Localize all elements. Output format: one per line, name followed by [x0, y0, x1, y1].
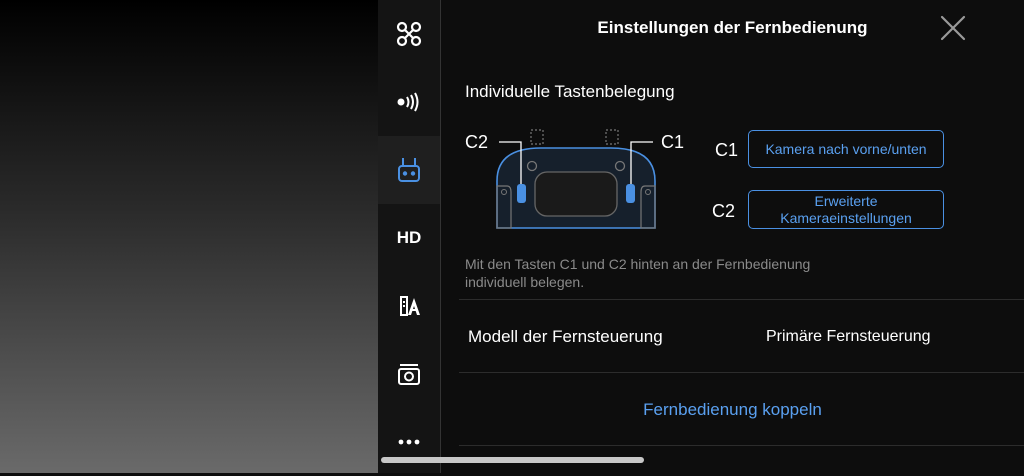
c2-assign-button[interactable]: Erweiterte Kameraeinstellungen: [748, 190, 944, 229]
hint-line-1: Mit den Tasten C1 und C2 hinten an der F…: [465, 256, 811, 272]
c2-assign-value-line1: Erweiterte: [814, 192, 878, 209]
c1-assign-button[interactable]: Kamera nach vorne/unten: [748, 130, 944, 168]
c1-assign-value: Kamera nach vorne/unten: [765, 140, 927, 157]
pair-remote-link[interactable]: Fernbedienung koppeln: [441, 400, 1024, 420]
sidebar-item-transmission[interactable]: [378, 68, 440, 136]
sidebar-item-remote-controller[interactable]: [378, 136, 440, 204]
divider: [459, 372, 1024, 373]
divider: [459, 299, 1024, 300]
remote-controller-icon: [398, 158, 420, 182]
c1-label: C1: [715, 140, 739, 160]
illustration-c2-label: C2: [465, 132, 489, 152]
custom-buttons-title: Individuelle Tastenbelegung: [465, 82, 675, 101]
sidebar-item-aircraft[interactable]: [378, 0, 440, 68]
remote-settings-panel: Einstellungen der Fernbedienung Individu…: [441, 0, 1024, 473]
divider: [459, 445, 1024, 446]
horizontal-scrollbar[interactable]: [381, 457, 644, 463]
sidebar-item-hd[interactable]: HD: [378, 204, 440, 272]
hd-icon: HD: [396, 228, 422, 247]
close-icon[interactable]: [939, 14, 967, 42]
hint-line-2: individuell belegen.: [465, 274, 585, 290]
settings-sidebar: HD: [378, 0, 440, 473]
sidebar-item-camera[interactable]: [378, 340, 440, 408]
c2-label: C2: [712, 201, 736, 221]
c2-assign-value-line2: Kameraeinstellungen: [780, 209, 912, 226]
custom-buttons-hint: Mit den Tasten C1 und C2 hinten an der F…: [465, 255, 885, 291]
map-a-icon: [400, 296, 420, 316]
sidebar-item-more[interactable]: [378, 408, 440, 476]
illustration-c1-label: C1: [661, 132, 685, 152]
remote-controller-illustration: [496, 129, 656, 229]
rc-model-value[interactable]: Primäre Fernsteuerung: [766, 328, 931, 346]
background-area: [0, 0, 378, 473]
page-title: Einstellungen der Fernbedienung: [597, 18, 868, 37]
signal-icon: [397, 92, 419, 112]
sidebar-item-map[interactable]: [378, 272, 440, 340]
drone-icon: [396, 21, 422, 47]
rc-model-label: Modell der Fernsteuerung: [468, 327, 663, 346]
camera-icon: [398, 364, 420, 385]
more-icon: [398, 439, 420, 445]
